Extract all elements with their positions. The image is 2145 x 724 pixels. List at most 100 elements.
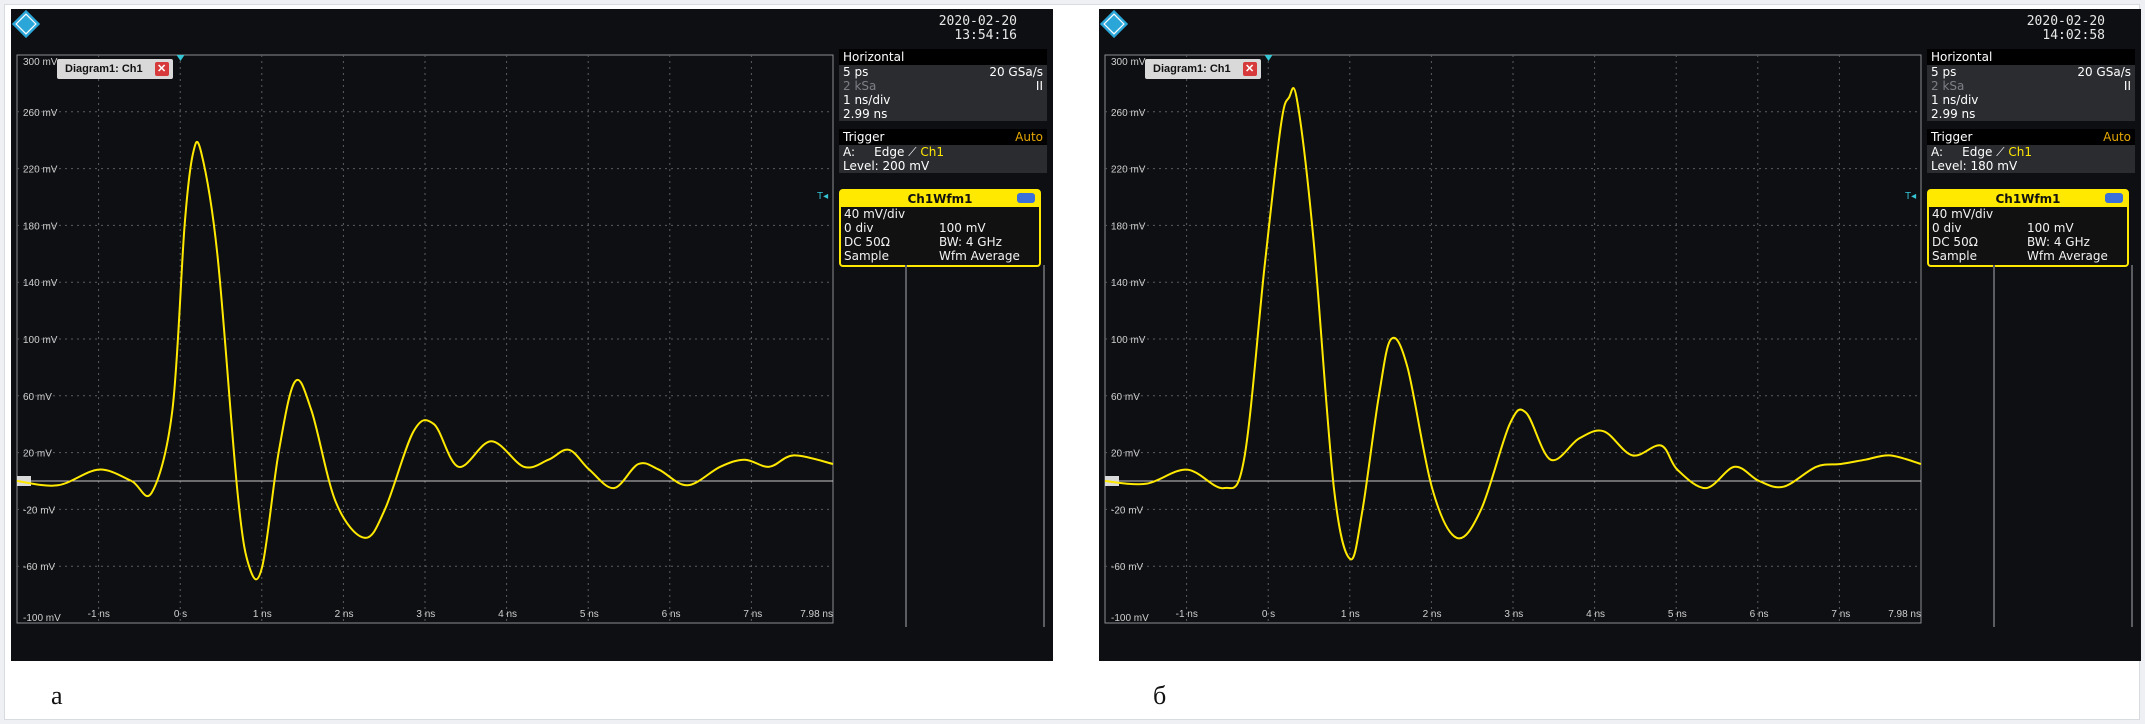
rohde-schwarz-logo-icon <box>11 9 41 39</box>
offset-value-text: 100 mV <box>939 221 986 235</box>
close-icon[interactable]: ✕ <box>1242 62 1257 76</box>
y-tick-label: -60 mV <box>23 562 56 573</box>
horizontal-title: Horizontal <box>1927 49 2135 65</box>
x-tick-label: 6 ns <box>1750 609 1769 620</box>
bandwidth-text: BW: 4 GHz <box>2027 235 2090 249</box>
x-tick-label: 4 ns <box>498 609 517 620</box>
position-text: 2.99 ns <box>1931 107 1976 121</box>
record-length-text: 2 kSa <box>843 79 877 93</box>
y-tick-label: 220 mV <box>23 165 58 176</box>
x-tick-label: 2 ns <box>1423 609 1442 620</box>
oscilloscope-screen-a: 300 mV 260 mV 220 mV 180 mV 140 mV 100 mV 60 m… <box>11 9 1053 661</box>
x-tick-label: 7.98 ns <box>1888 609 1921 620</box>
x-tick-label: 1 ns <box>253 609 272 620</box>
y-tick-label: -60 mV <box>1111 562 1144 573</box>
coupling-text: DC 50Ω <box>844 235 890 249</box>
panel-divider <box>1993 265 1995 627</box>
time-text: 13:54:16 <box>954 28 1017 43</box>
trigger-level-text: Level: 200 mV <box>843 159 930 173</box>
trigger-marker-icon: T◂ <box>1905 191 1917 202</box>
diagram-tab-label: Diagram1: Ch1 <box>1153 63 1231 75</box>
vertical-scale-text: 40 mV/div <box>844 207 906 221</box>
mode-text: II <box>2123 79 2131 93</box>
time-scale-text: 1 ns/div <box>1931 93 1979 107</box>
y-tick-label: 100 mV <box>23 335 58 346</box>
y-tick-label: -20 mV <box>1111 505 1144 516</box>
x-tick-label: 3 ns <box>1504 609 1523 620</box>
mode-text: II <box>1035 79 1043 93</box>
horizontal-panel[interactable]: Horizontal 5 ps 20 GSa/s 2 kSa II 1 ns/div… <box>1927 49 2135 121</box>
diagram-tab[interactable]: Diagram1: Ch1 ✕ <box>1145 59 1261 79</box>
record-length-text: 2 kSa <box>1931 79 1965 93</box>
horizontal-title: Horizontal <box>839 49 1047 65</box>
trigger-mode-text: Auto <box>1015 130 1043 144</box>
x-tick-label: 2 ns <box>335 609 354 620</box>
minimize-icon[interactable] <box>1017 193 1035 203</box>
timestamp: 2020-02-20 13:54:16 <box>897 15 1017 43</box>
x-tick-label: 0 s <box>174 609 187 620</box>
channel-info-box[interactable]: Ch1Wfm1 40 mV/div 0 div 100 mV DC 50Ω BW: … <box>839 189 1041 267</box>
resolution-text: 5 ps <box>1931 65 1957 79</box>
horizontal-panel[interactable]: Horizontal 5 ps 20 GSa/s 2 kSa II 1 ns/div… <box>839 49 1047 121</box>
y-tick-label: -100 mV <box>1111 613 1149 624</box>
resolution-text: 5 ps <box>843 65 869 79</box>
waveform-mode-text: Wfm Average <box>2027 249 2108 263</box>
y-tick-label: 60 mV <box>1111 392 1140 403</box>
x-tick-label: 4 ns <box>1586 609 1605 620</box>
x-tick-label: 3 ns <box>416 609 435 620</box>
x-tick-label: 7 ns <box>743 609 762 620</box>
rohde-schwarz-logo-icon <box>1099 9 1129 39</box>
sample-rate-text: 20 GSa/s <box>2077 65 2131 79</box>
trigger-channel-text: Ch1 <box>920 145 945 159</box>
close-icon[interactable]: ✕ <box>154 62 169 76</box>
channel-info-box[interactable]: Ch1Wfm1 40 mV/div 0 div 100 mV DC 50Ω BW: … <box>1927 189 2129 267</box>
time-text: 14:02:58 <box>2042 28 2105 43</box>
offset-div-text: 0 div <box>1932 221 1962 235</box>
trigger-title: Trigger <box>1931 130 1973 144</box>
y-tick-label: 180 mV <box>1111 221 1146 232</box>
trigger-type-text: Edge <box>874 145 905 159</box>
x-tick-label: 5 ns <box>580 609 599 620</box>
edge-rising-icon: ⟋ <box>1996 145 2005 159</box>
y-tick-label: 20 mV <box>23 449 52 460</box>
y-tick-label: 140 mV <box>23 278 58 289</box>
y-tick-label: 20 mV <box>1111 449 1140 460</box>
trigger-panel[interactable]: Trigger Auto A: Edge ⟋ Ch1 Level: 200 mV <box>839 129 1047 173</box>
date-text: 2020-02-20 <box>2026 14 2105 29</box>
y-tick-label: 100 mV <box>1111 335 1146 346</box>
trigger-marker-icon: T◂ <box>817 191 829 202</box>
x-tick-label: -1 ns <box>88 609 110 620</box>
channel-title: Ch1Wfm1 <box>1995 192 2061 206</box>
x-tick-label: 5 ns <box>1668 609 1687 620</box>
minimize-icon[interactable] <box>2105 193 2123 203</box>
oscilloscope-screen-b: 300 mV 260 mV 220 mV 180 mV 140 mV 100 mV 60 m… <box>1099 9 2141 661</box>
y-tick-label: 220 mV <box>1111 165 1146 176</box>
trigger-mode-text: Auto <box>2103 130 2131 144</box>
sample-rate-text: 20 GSa/s <box>989 65 1043 79</box>
trigger-channel-text: Ch1 <box>2008 145 2033 159</box>
trigger-source-label: A: <box>1931 145 1944 159</box>
caption-b: б <box>1153 681 1167 710</box>
trigger-position-marker <box>176 55 185 61</box>
y-tick-label: -20 mV <box>23 505 56 516</box>
y-tick-label: -100 mV <box>23 613 61 624</box>
time-scale-text: 1 ns/div <box>843 93 891 107</box>
acquisition-text: Sample <box>844 249 889 263</box>
trigger-panel[interactable]: Trigger Auto A: Edge ⟋ Ch1 Level: 180 mV <box>1927 129 2135 173</box>
trigger-title: Trigger <box>843 130 885 144</box>
diagram-tab[interactable]: Diagram1: Ch1 ✕ <box>57 59 173 79</box>
trigger-type-text: Edge <box>1962 145 1993 159</box>
x-tick-label: 6 ns <box>662 609 681 620</box>
trigger-position-marker <box>1264 55 1273 61</box>
panel-divider <box>2131 265 2133 627</box>
x-tick-label: 1 ns <box>1341 609 1360 620</box>
trigger-level-text: Level: 180 mV <box>1931 159 2018 173</box>
y-tick-label: 300 mV <box>1111 57 1146 68</box>
figure-frame: 300 mV 260 mV 220 mV 180 mV 140 mV 100 mV 60 m… <box>4 4 2141 720</box>
y-tick-label: 260 mV <box>1111 108 1146 119</box>
offset-div-text: 0 div <box>844 221 874 235</box>
y-tick-label: 140 mV <box>1111 278 1146 289</box>
x-tick-label: 7 ns <box>1831 609 1850 620</box>
coupling-text: DC 50Ω <box>1932 235 1978 249</box>
y-tick-label: 60 mV <box>23 392 52 403</box>
